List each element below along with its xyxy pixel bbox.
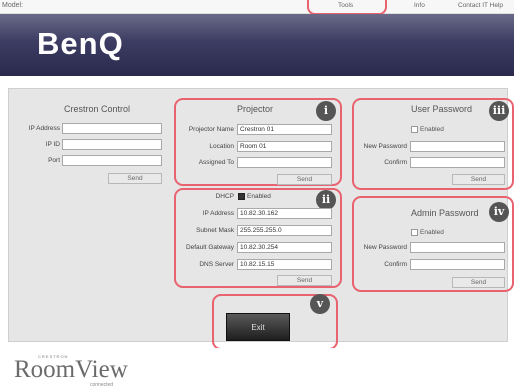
roomview-logo: RoomView bbox=[14, 356, 128, 383]
dns-server-input[interactable]: 10.82.15.15 bbox=[237, 259, 332, 270]
network-send-button[interactable]: Send bbox=[277, 275, 332, 286]
exit-button[interactable]: Exit bbox=[226, 313, 290, 341]
admin-confirm-input[interactable] bbox=[410, 259, 505, 270]
user-confirm-input[interactable] bbox=[410, 157, 505, 168]
ip-address-label: IP Address bbox=[202, 210, 234, 217]
dhcp-enabled-label: Enabled bbox=[247, 193, 271, 200]
projector-location-input[interactable]: Room 01 bbox=[237, 141, 332, 152]
crestron-port-input[interactable] bbox=[62, 155, 162, 166]
admin-password-enabled-label: Enabled bbox=[420, 229, 444, 236]
admin-confirm-label: Confirm bbox=[384, 261, 407, 268]
admin-password-enabled-checkbox[interactable] bbox=[411, 229, 418, 236]
crestron-ip-address-label: IP Address bbox=[28, 125, 60, 132]
projector-send-button[interactable]: Send bbox=[277, 174, 332, 185]
top-bar bbox=[0, 0, 514, 14]
default-gateway-label: Default Gateway bbox=[185, 244, 234, 251]
user-confirm-label: Confirm bbox=[384, 159, 407, 166]
dhcp-checkbox[interactable] bbox=[238, 193, 245, 200]
projector-assigned-label: Assigned To bbox=[198, 159, 234, 166]
tools-highlight bbox=[307, 0, 387, 15]
dns-server-label: DNS Server bbox=[199, 261, 234, 268]
user-password-title: User Password bbox=[411, 104, 473, 114]
admin-new-password-label: New Password bbox=[363, 244, 407, 251]
roomview-connected-label: connected bbox=[90, 382, 114, 388]
user-new-password-input[interactable] bbox=[410, 141, 505, 152]
admin-password-send-button[interactable]: Send bbox=[452, 277, 505, 288]
callout-iii-icon: iii bbox=[489, 101, 509, 121]
subnet-mask-label: Subnet Mask bbox=[196, 227, 234, 234]
user-password-send-button[interactable]: Send bbox=[452, 174, 505, 185]
callout-v-icon: v bbox=[310, 294, 330, 314]
nav-info-link[interactable]: Info bbox=[414, 2, 425, 9]
default-gateway-input[interactable]: 10.82.30.254 bbox=[237, 242, 332, 253]
crestron-control-title: Crestron Control bbox=[64, 104, 131, 114]
admin-new-password-input[interactable] bbox=[410, 242, 505, 253]
ip-address-input[interactable]: 10.82.30.162 bbox=[237, 208, 332, 219]
projector-assigned-input[interactable] bbox=[237, 157, 332, 168]
admin-password-title: Admin Password bbox=[411, 208, 479, 218]
nav-contact-link[interactable]: Contact IT Help bbox=[458, 2, 503, 9]
crestron-ip-id-label: IP ID bbox=[45, 141, 60, 148]
projector-name-input[interactable]: Crestron 01 bbox=[237, 124, 332, 135]
callout-i-icon: i bbox=[316, 101, 336, 121]
crestron-ip-address-input[interactable] bbox=[62, 123, 162, 134]
model-label: Model: bbox=[2, 2, 24, 9]
projector-title: Projector bbox=[237, 104, 274, 114]
dhcp-label: DHCP bbox=[215, 193, 234, 200]
user-password-enabled-label: Enabled bbox=[420, 126, 444, 133]
subnet-mask-input[interactable]: 255.255.255.0 bbox=[237, 225, 332, 236]
crestron-ip-id-input[interactable] bbox=[62, 139, 162, 150]
user-password-enabled-checkbox[interactable] bbox=[411, 126, 418, 133]
crestron-port-label: Port bbox=[48, 157, 60, 164]
projector-location-label: Location bbox=[209, 143, 234, 150]
projector-name-label: Projector Name bbox=[188, 126, 234, 133]
callout-iv-icon: iv bbox=[489, 202, 509, 222]
user-new-password-label: New Password bbox=[363, 143, 407, 150]
callout-ii-icon: ii bbox=[316, 190, 336, 210]
crestron-send-button[interactable]: Send bbox=[108, 173, 162, 184]
brand-logo: BenQ bbox=[37, 26, 124, 61]
